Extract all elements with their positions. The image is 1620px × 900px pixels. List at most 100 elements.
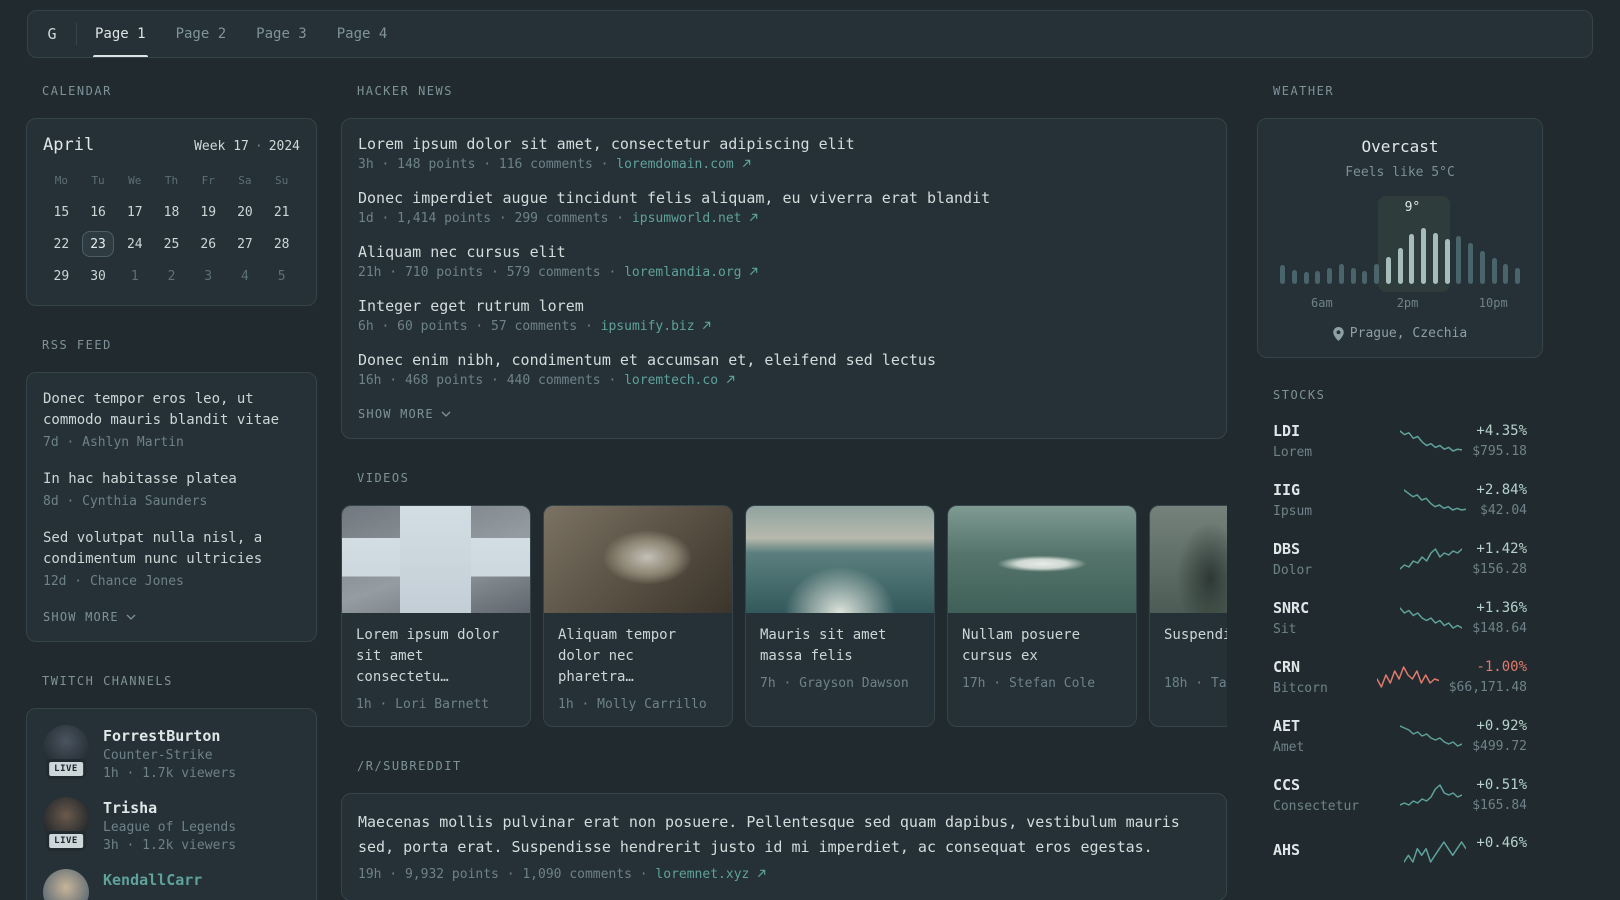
- external-link-icon: [750, 267, 758, 276]
- stock-price: $148.64: [1472, 621, 1527, 636]
- stock-row[interactable]: CRN Bitcorn -1.00% $66,171.48: [1273, 658, 1527, 696]
- twitch-channel[interactable]: LIVE Trisha League of Legends 3h · 1.2k …: [43, 796, 300, 853]
- calendar-day: 15: [53, 204, 70, 220]
- weather-condition: Overcast: [1361, 137, 1439, 156]
- calendar-day: 21: [273, 204, 290, 220]
- stock-change: +4.35%: [1476, 423, 1527, 439]
- tab-page-3[interactable]: Page 3: [254, 11, 309, 57]
- subreddit-post-title[interactable]: Maecenas mollis pulvinar erat non posuer…: [358, 810, 1210, 860]
- calendar-day-selected: 23: [81, 231, 115, 257]
- twitch-section-title: TWITCH CHANNELS: [42, 673, 173, 688]
- twitch-channel[interactable]: LIVE KendallCarr: [43, 868, 300, 900]
- stock-symbol: CCS: [1273, 776, 1301, 794]
- stock-change: -1.00%: [1476, 659, 1527, 675]
- hn-item-meta: 16h · 468 points · 440 comments · loremt…: [358, 373, 1210, 388]
- stock-row[interactable]: AHS +0.46%: [1273, 835, 1527, 869]
- stock-values: +0.46%: [1476, 835, 1527, 869]
- stock-values: +1.36% $148.64: [1472, 600, 1527, 636]
- hackernews-show-more-button[interactable]: SHOW MORE: [358, 407, 451, 421]
- stock-id: CRN Bitcorn: [1273, 658, 1367, 696]
- video-card[interactable]: Lorem ipsum dolor sit amet consectetu… 1…: [341, 505, 531, 727]
- rss-show-more-button[interactable]: SHOW MORE: [43, 610, 136, 624]
- hn-item-title[interactable]: Donec enim nibh, condimentum et accumsan…: [358, 351, 1210, 369]
- video-card[interactable]: Mauris sit amet massa felis 7h · Grayson…: [745, 505, 935, 727]
- weather-location-label: Prague, Czechia: [1349, 326, 1468, 341]
- avatar: [43, 868, 89, 900]
- stock-row[interactable]: LDI Lorem +4.35% $795.18: [1273, 422, 1527, 460]
- video-body: Mauris sit amet massa felis 7h · Grayson…: [746, 613, 934, 705]
- video-card[interactable]: Aliquam tempor dolor nec pharetra… 1h · …: [543, 505, 733, 727]
- weather-bar: [1315, 270, 1321, 284]
- hn-item: Donec imperdiet augue tincidunt felis al…: [358, 189, 1210, 226]
- hn-item-domain-link[interactable]: loremdomain.com: [616, 157, 750, 172]
- hn-item-title[interactable]: Lorem ipsum dolor sit amet, consectetur …: [358, 135, 1210, 153]
- weather-bar: [1374, 263, 1379, 284]
- rss-item-title[interactable]: Donec tempor eros leo, ut commodo mauris…: [43, 389, 300, 431]
- calendar-dow: Mo: [54, 173, 68, 187]
- weather-bar: [1303, 272, 1309, 284]
- weather-bar: [1468, 243, 1473, 284]
- hn-item: Lorem ipsum dolor sit amet, consectetur …: [358, 135, 1210, 172]
- hn-item: Donec enim nibh, condimentum et accumsan…: [358, 351, 1210, 388]
- rss-item-title[interactable]: In hac habitasse platea: [43, 469, 300, 490]
- weather-time-label: 10pm: [1478, 296, 1508, 310]
- stock-row[interactable]: DBS Dolor +1.42% $156.28: [1273, 540, 1527, 578]
- hn-item-domain-link[interactable]: loremlandia.org: [624, 265, 758, 280]
- stock-row[interactable]: CCS Consectetur +0.51% $165.84: [1273, 776, 1527, 814]
- tab-page-2[interactable]: Page 2: [174, 11, 229, 57]
- stock-name: Ipsum: [1273, 504, 1313, 519]
- rss-item-title[interactable]: Sed volutpat nulla nisl, a condimentum n…: [43, 528, 300, 570]
- external-link-icon: [742, 159, 750, 168]
- hn-item-domain-link[interactable]: loremtech.co: [624, 373, 735, 388]
- stock-price: $156.28: [1472, 562, 1527, 577]
- calendar-dow: Tu: [91, 173, 105, 187]
- rss-item-meta: 8d · Cynthia Saunders: [43, 493, 208, 509]
- stock-name: Sit: [1273, 622, 1297, 637]
- rss-item: Sed volutpat nulla nisl, a condimentum n…: [43, 528, 300, 592]
- weather-bar-chart: [1276, 206, 1524, 284]
- hn-item-title[interactable]: Integer eget rutrum lorem: [358, 297, 1210, 315]
- hn-item-title[interactable]: Donec imperdiet augue tincidunt felis al…: [358, 189, 1210, 207]
- subreddit-domain-link[interactable]: loremnet.xyz: [655, 867, 766, 882]
- video-body: Lorem ipsum dolor sit amet consectetu… 1…: [342, 613, 530, 726]
- rss-section-title: RSS FEED: [42, 338, 112, 352]
- rss-widget: RSS FEED Donec tempor eros leo, ut commo…: [26, 338, 317, 642]
- stock-change: +0.92%: [1476, 718, 1527, 734]
- stock-row[interactable]: IIG Ipsum +2.84% $42.04: [1273, 481, 1527, 519]
- hn-item-meta: 6h · 60 points · 57 comments · ipsumify.…: [358, 319, 1210, 334]
- video-card[interactable]: Suspendisse diam 18h · Tara: [1149, 505, 1227, 727]
- stock-sparkline: [1376, 666, 1439, 688]
- twitch-channel[interactable]: LIVE ForrestBurton Counter-Strike 1h · 1…: [43, 724, 300, 781]
- calendar-header: April Week 17 · 2024: [43, 135, 300, 155]
- tab-page-1[interactable]: Page 1: [93, 11, 148, 57]
- page-tabs: Page 1 Page 2 Page 3 Page 4: [93, 11, 415, 57]
- hn-item-domain-link[interactable]: ipsumworld.net: [632, 211, 758, 226]
- weather-bar: [1350, 267, 1356, 284]
- calendar-dow: Su: [275, 173, 289, 187]
- hn-item-domain-link[interactable]: ipsumify.biz: [601, 319, 712, 334]
- stock-row[interactable]: SNRC Sit +1.36% $148.64: [1273, 599, 1527, 637]
- twitch-card: LIVE ForrestBurton Counter-Strike 1h · 1…: [26, 707, 317, 900]
- calendar-week-label: Week 17: [194, 139, 249, 154]
- stock-change: +0.51%: [1476, 777, 1527, 793]
- dashboard-content: CALENDAR April Week 17 · 2024 Mo Tu We Th …: [0, 58, 1620, 900]
- hn-item-title[interactable]: Aliquam nec cursus elit: [358, 243, 1210, 261]
- external-link-icon: [750, 213, 758, 222]
- videos-widget: VIDEOS Lorem ipsum dolor sit amet consec…: [341, 471, 1227, 727]
- twitch-channel-info: ForrestBurton Counter-Strike 1h · 1.7k v…: [103, 725, 236, 781]
- calendar-dow: Th: [164, 173, 179, 187]
- stock-row[interactable]: AET Amet +0.92% $499.72: [1273, 717, 1527, 755]
- app-logo[interactable]: G: [28, 25, 76, 43]
- calendar-day: 16: [90, 204, 106, 220]
- weather-bar: [1291, 269, 1297, 284]
- calendar-day: 20: [237, 204, 253, 220]
- stock-price: $499.72: [1472, 739, 1527, 754]
- tab-page-4[interactable]: Page 4: [335, 11, 390, 57]
- video-card[interactable]: Nullam posuere cursus ex 17h · Stefan Co…: [947, 505, 1137, 727]
- rss-card: Donec tempor eros leo, ut commodo mauris…: [26, 372, 317, 642]
- twitch-channel-info: KendallCarr: [103, 869, 202, 892]
- weather-bar: [1362, 270, 1368, 284]
- stock-price: $795.18: [1472, 444, 1527, 459]
- subreddit-widget: /R/SUBREDDIT Maecenas mollis pulvinar er…: [341, 759, 1227, 900]
- video-thumbnail: [948, 506, 1136, 613]
